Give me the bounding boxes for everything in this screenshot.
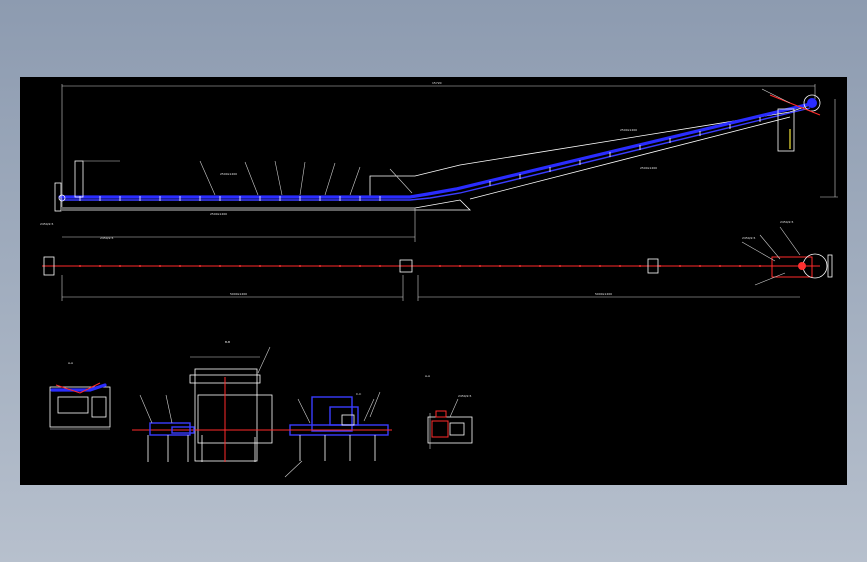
cad-drawing: 15720 2500x1200 2500x1200 2500x1200 2500… (40, 81, 838, 478)
detail-title: A-A (425, 374, 431, 378)
svg-text:2500x1200: 2500x1200 (210, 212, 227, 216)
label-side-1: 2450/2.5 (40, 222, 54, 226)
svg-text:5000x1200: 5000x1200 (595, 292, 612, 296)
label-head-2: 2450/2.5 (742, 236, 756, 240)
small-detail-view: A-A 2450/2.5 (425, 374, 473, 449)
svg-text:2500x1200: 2500x1200 (220, 172, 237, 176)
section-c-label: C-C (356, 392, 361, 396)
section-c-view: C-C (282, 391, 392, 478)
section-b-label: B-B (225, 340, 230, 344)
section-b-view: B-B (132, 340, 290, 462)
svg-text:15720: 15720 (432, 81, 442, 85)
detail-label: 2450/2.5 (458, 394, 472, 398)
svg-text:5000x1200: 5000x1200 (230, 292, 247, 296)
section-a-label: A-A (68, 361, 74, 365)
section-a-view: A-A (49, 361, 111, 430)
plan-view: 5000x1200 5000x1200 2450/2.5 2450/2.5 24… (40, 220, 833, 301)
elevation-view: 15720 2500x1200 2500x1200 2500x1200 2500… (54, 81, 838, 242)
svg-text:2500x1200: 2500x1200 (620, 128, 637, 132)
cad-drawing-viewport[interactable]: 15720 2500x1200 2500x1200 2500x1200 2500… (20, 77, 847, 485)
label-head-1: 2450/2.5 (780, 220, 794, 224)
svg-text:2500x1200: 2500x1200 (640, 166, 657, 170)
label-side-2: 2450/2.5 (100, 236, 114, 240)
